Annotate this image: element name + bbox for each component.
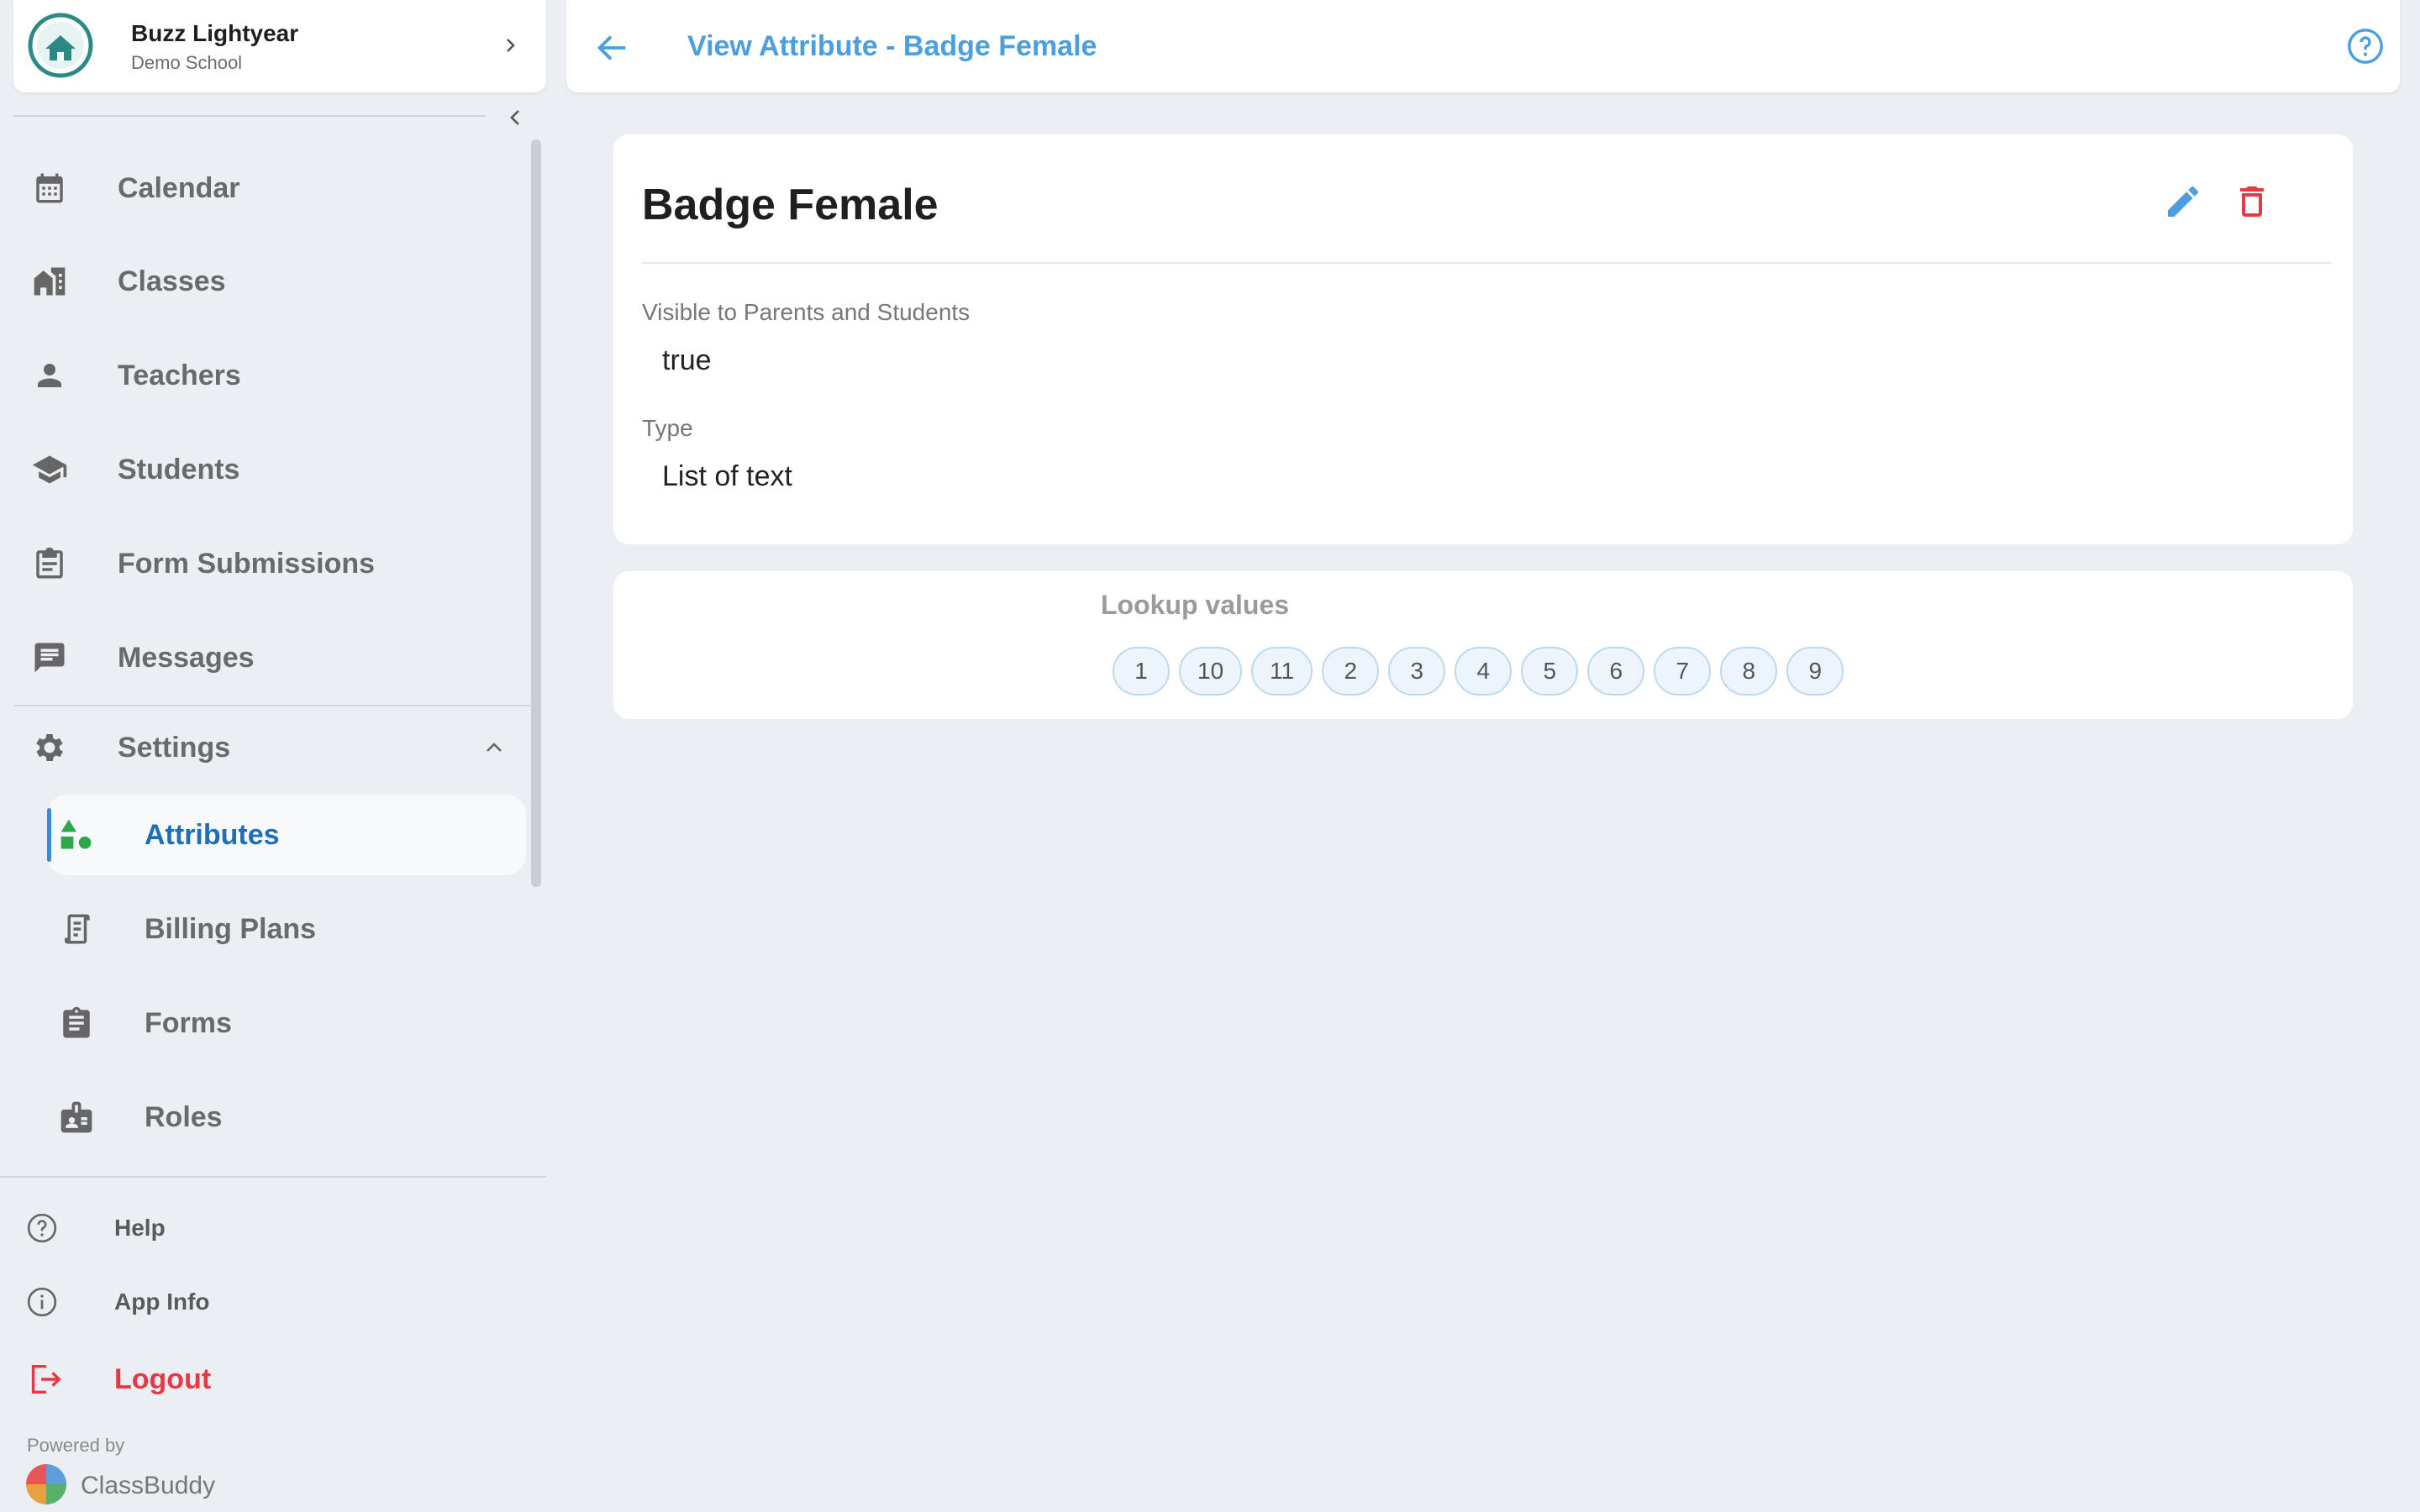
lookup-chip[interactable]: 3 [1388,647,1446,696]
sidebar-item-roles[interactable]: Roles [47,1077,526,1158]
gear-icon [30,728,69,767]
bottom-divider [0,1176,546,1178]
logout-icon [25,1360,64,1399]
info-icon [25,1285,59,1319]
calendar-icon [30,169,69,207]
field-label-type: Type [642,415,693,441]
classbuddy-logo [25,1463,67,1505]
back-arrow-icon[interactable] [593,29,632,67]
school-logo [27,12,94,79]
lookup-chip[interactable]: 2 [1322,647,1380,696]
edit-icon[interactable] [2163,181,2203,222]
sidebar-item-calendar[interactable]: Calendar [17,146,521,230]
sidebar-divider [13,115,486,117]
app-info-label: App Info [114,1289,210,1315]
sidebar-item-label: Settings [118,731,231,764]
help-icon[interactable] [2346,27,2385,66]
field-value-visibility: true [662,344,712,376]
attribute-name: Badge Female [642,181,939,229]
sidebar-item-label: Attributes [145,819,280,851]
lookup-chip[interactable]: 8 [1720,647,1778,696]
sidebar-item-form-submissions[interactable]: Form Submissions [17,522,521,606]
brand-name: ClassBuddy [81,1472,216,1499]
sidebar-item-label: Billing Plans [145,913,317,945]
lookup-chip[interactable]: 5 [1521,647,1579,696]
help-label: Help [114,1215,166,1241]
card-divider [642,262,2331,264]
sidebar-item-label: Classes [118,265,226,297]
message-icon [30,638,69,677]
sidebar-item-label: Calendar [118,171,240,204]
sidebar-item-label: Students [118,453,240,486]
field-label-visibility: Visible to Parents and Students [642,299,971,325]
sidebar-item-attributes[interactable]: Attributes [47,795,526,875]
sidebar-item-forms[interactable]: Forms [47,983,526,1063]
field-value-type: List of text [662,460,792,492]
sidebar-item-messages[interactable]: Messages [17,616,521,700]
graduation-cap-icon [30,450,69,489]
lookup-chip[interactable]: 1 [1113,647,1170,696]
chevron-up-icon[interactable] [479,732,509,763]
lookup-chip[interactable]: 6 [1587,647,1645,696]
logout-link[interactable]: Logout [25,1354,211,1404]
sidebar-item-billing-plans[interactable]: Billing Plans [47,889,526,969]
sidebar-item-students[interactable]: Students [17,428,521,512]
delete-icon[interactable] [2232,181,2272,222]
id-badge-icon [57,1098,96,1137]
app-info-link[interactable]: App Info [25,1277,210,1327]
lookup-values-title: Lookup values [1101,590,1290,620]
active-indicator [47,808,51,862]
lookup-chip[interactable]: 7 [1654,647,1712,696]
sidebar-item-settings[interactable]: Settings [17,706,521,790]
sidebar-item-label: Forms [145,1007,232,1039]
chevron-right-icon[interactable] [497,32,524,59]
sidebar-scrollbar[interactable] [531,139,541,887]
sidebar-item-label: Form Submissions [118,547,376,580]
help-link[interactable]: Help [25,1203,166,1253]
sidebar-item-classes[interactable]: Classes [17,239,521,323]
powered-by: Powered by [27,1435,125,1456]
clipboard-list-icon [30,544,69,583]
sidebar-item-teachers[interactable]: Teachers [17,333,521,417]
receipt-icon [57,910,96,948]
person-icon [30,356,69,395]
lookup-chip[interactable]: 9 [1786,647,1844,696]
lookup-values-card [613,571,2353,719]
lookup-chip[interactable]: 10 [1179,647,1243,696]
collapse-sidebar-icon[interactable] [501,104,531,131]
sidebar-item-label: Teachers [118,359,241,391]
clipboard-icon [57,1004,96,1042]
help-icon [25,1211,59,1245]
sidebar-item-label: Roles [145,1101,223,1133]
sidebar-item-label: Messages [118,641,255,674]
page-title: View Attribute - Badge Female [687,30,1097,62]
lookup-chip[interactable]: 4 [1455,647,1512,696]
school-building-icon [30,262,69,301]
user-school: Demo School [131,52,243,73]
lookup-chip-list: 1 10 11 2 3 4 5 6 7 8 9 [1113,647,1844,696]
logout-label: Logout [114,1362,212,1395]
lookup-chip[interactable]: 11 [1251,647,1313,696]
user-name: Buzz Lightyear [131,20,299,46]
shapes-icon [57,816,96,854]
